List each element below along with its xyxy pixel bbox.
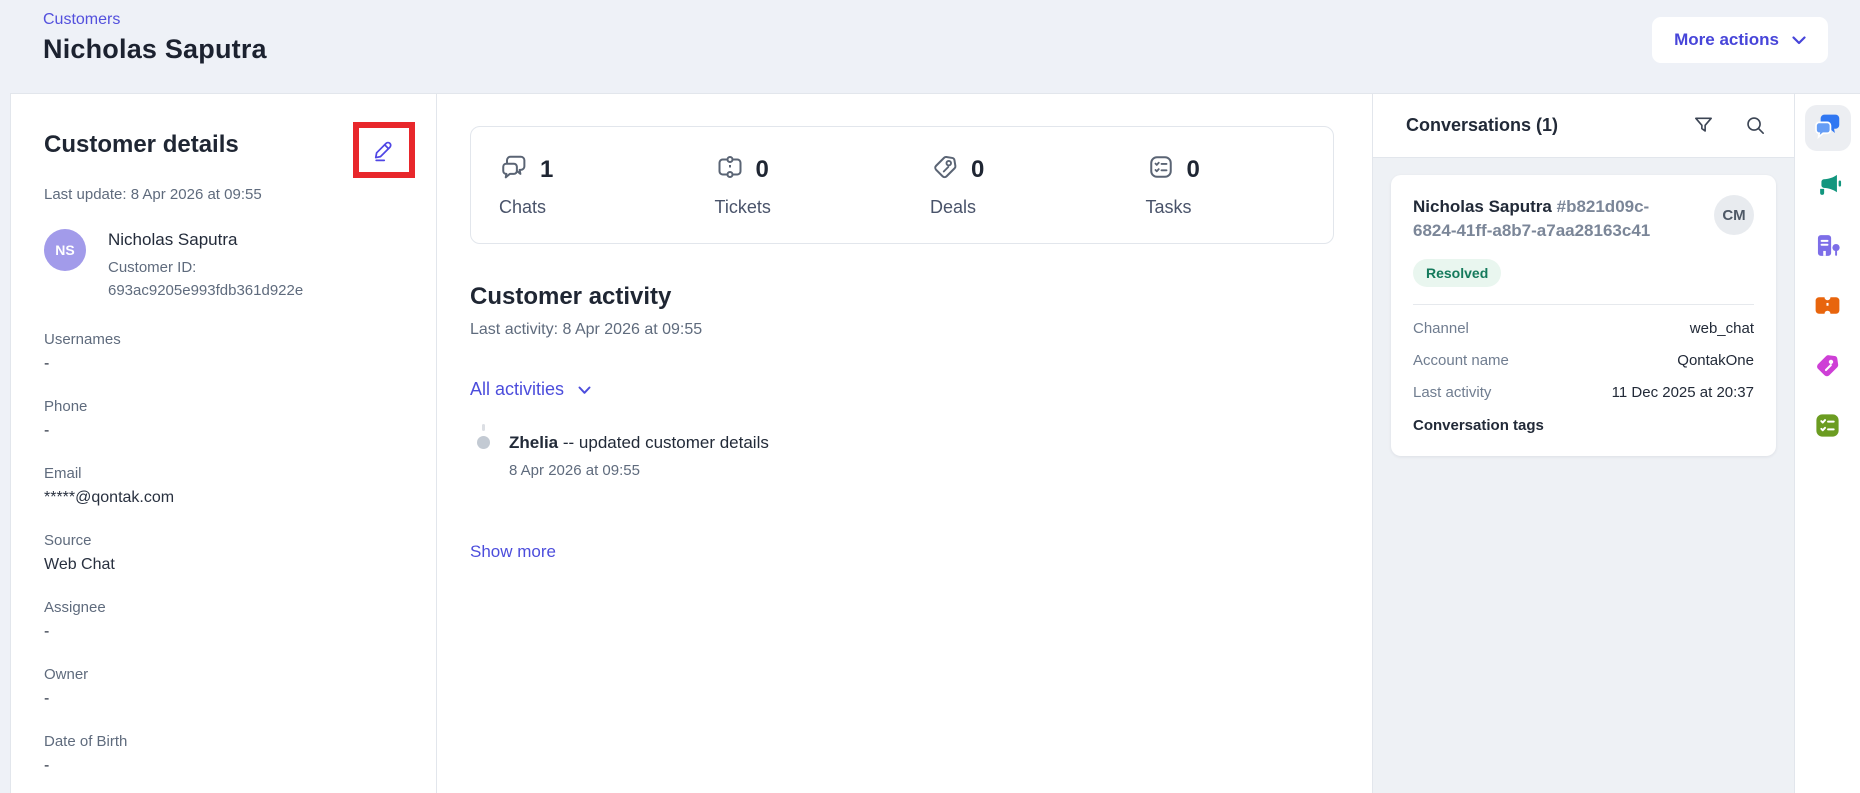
field-phone: Phone - xyxy=(44,398,436,440)
activity-timestamp: 8 Apr 2026 at 09:55 xyxy=(509,462,769,479)
customer-id-label: Customer ID: xyxy=(108,257,303,280)
activity-panel: 1 Chats 0 Tickets xyxy=(437,94,1372,793)
timeline-tick xyxy=(482,424,485,431)
rail-item-broadcast[interactable] xyxy=(1805,165,1851,211)
customer-details-title: Customer details xyxy=(44,122,239,159)
conversations-icon xyxy=(1812,110,1843,146)
more-actions-button[interactable]: More actions xyxy=(1652,17,1828,63)
activity-actor: Zhelia xyxy=(509,433,558,452)
field-usernames: Usernames - xyxy=(44,331,436,373)
chevron-down-icon xyxy=(1792,30,1806,50)
customer-details-panel: Customer details Last update: xyxy=(10,94,437,793)
conversation-card[interactable]: Nicholas Saputra #b821d09c-6824-41ff-a8b… xyxy=(1391,175,1776,456)
rail-item-deals[interactable] xyxy=(1805,345,1851,391)
divider xyxy=(1413,304,1754,305)
side-icon-rail xyxy=(1794,94,1860,793)
tasks-icon xyxy=(1146,152,1176,187)
stat-deals: 0 Deals xyxy=(902,152,1118,218)
more-actions-label: More actions xyxy=(1674,30,1779,50)
page-header: Customers Nicholas Saputra More actions xyxy=(0,0,1860,93)
field-email: Email *****@qontak.com xyxy=(44,465,436,507)
field-assignee: Assignee - xyxy=(44,599,436,641)
customer-name: Nicholas Saputra xyxy=(108,230,303,250)
customer-activity-title: Customer activity xyxy=(470,283,1334,311)
timeline-dot xyxy=(477,436,490,449)
conversation-customer-name: Nicholas Saputra xyxy=(1413,197,1552,216)
ticket-icon xyxy=(1812,290,1843,326)
last-activity-text: Last activity: 8 Apr 2026 at 09:55 xyxy=(470,321,1334,339)
deals-tag-icon xyxy=(1812,350,1843,386)
tasks-list-icon xyxy=(1812,410,1843,446)
stats-summary-card: 1 Chats 0 Tickets xyxy=(470,126,1334,244)
stat-tasks: 0 Tasks xyxy=(1118,152,1334,218)
conversation-tags-label: Conversation tags xyxy=(1413,417,1754,434)
chats-icon xyxy=(499,152,529,187)
conversations-panel: Conversations (1) Nicholas Sap xyxy=(1372,94,1794,793)
avatar: NS xyxy=(44,229,86,271)
conversation-row-account: Account name QontakOne xyxy=(1413,352,1754,369)
company-icon xyxy=(1812,230,1843,266)
activity-filter-label: All activities xyxy=(470,379,564,400)
breadcrumb[interactable]: Customers xyxy=(43,11,120,29)
rail-item-tickets[interactable] xyxy=(1805,285,1851,331)
edit-customer-button[interactable] xyxy=(369,135,399,165)
show-more-link[interactable]: Show more xyxy=(470,542,556,562)
tickets-icon xyxy=(715,152,745,187)
field-source: Source Web Chat xyxy=(44,532,436,574)
page-title: Nicholas Saputra xyxy=(43,34,1828,65)
conversations-title: Conversations (1) xyxy=(1406,115,1558,136)
stat-chats: 1 Chats xyxy=(471,152,687,218)
activity-timeline-item: Zhelia -- updated customer details 8 Apr… xyxy=(470,424,1334,479)
rail-item-tasks[interactable] xyxy=(1805,405,1851,451)
rail-item-companies[interactable] xyxy=(1805,225,1851,271)
conversation-row-last-activity: Last activity 11 Dec 2025 at 20:37 xyxy=(1413,384,1754,401)
rail-item-conversations[interactable] xyxy=(1805,105,1851,151)
edit-pencil-icon xyxy=(371,151,397,166)
annotation-highlight-box xyxy=(353,122,415,178)
main-content: Customer details Last update: xyxy=(10,93,1860,793)
deals-icon xyxy=(930,152,960,187)
filter-button[interactable] xyxy=(1692,114,1715,137)
last-update-text: Last update: 8 Apr 2026 at 09:55 xyxy=(44,186,436,203)
field-date-of-birth: Date of Birth - xyxy=(44,733,436,775)
activity-filter-dropdown[interactable]: All activities xyxy=(470,379,591,400)
customer-id-value: 693ac9205e993fdb361d922e xyxy=(108,280,303,303)
customer-fields: Usernames - Phone - Email *****@qontak.c… xyxy=(44,331,436,775)
status-badge: Resolved xyxy=(1413,259,1501,287)
activity-text: -- updated customer details xyxy=(563,433,769,452)
search-icon xyxy=(1744,125,1767,140)
conversation-avatar: CM xyxy=(1714,195,1754,235)
chevron-down-icon xyxy=(578,379,591,400)
filter-funnel-icon xyxy=(1692,125,1715,140)
conversation-row-channel: Channel web_chat xyxy=(1413,320,1754,337)
field-owner: Owner - xyxy=(44,666,436,708)
stat-tickets: 0 Tickets xyxy=(687,152,903,218)
broadcast-icon xyxy=(1812,170,1843,206)
search-button[interactable] xyxy=(1744,114,1767,137)
